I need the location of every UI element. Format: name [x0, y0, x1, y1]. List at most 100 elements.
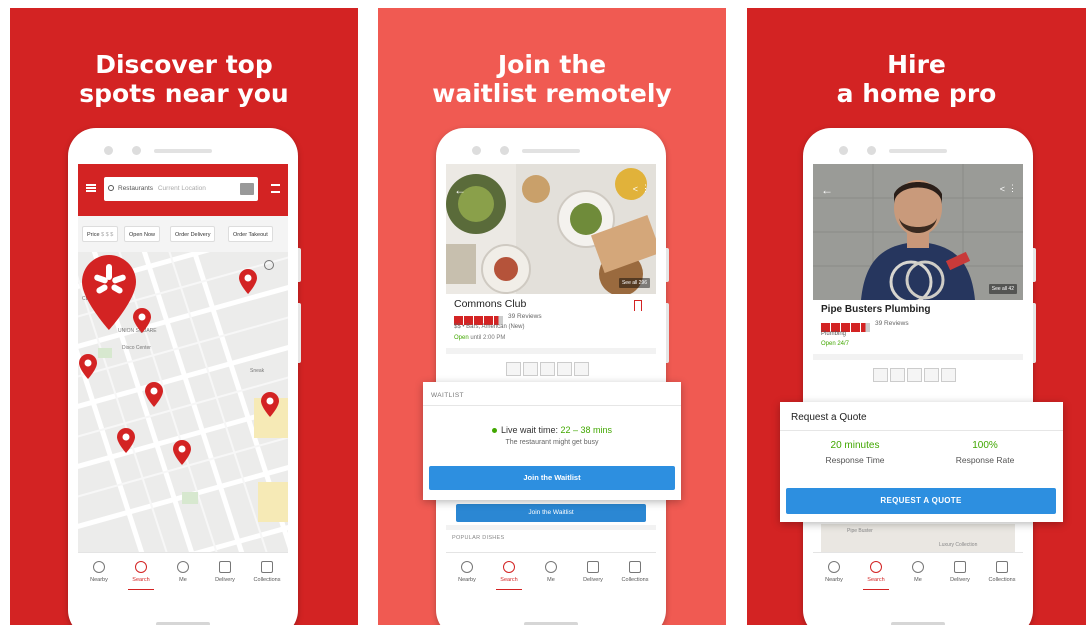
- search-term: Restaurants: [118, 185, 154, 192]
- panel-headline: Discover top spots near you: [79, 50, 289, 108]
- nav-me[interactable]: Me: [162, 561, 204, 583]
- business-pin-icon[interactable]: [116, 428, 136, 454]
- phone-frame: Restaurants Current Location Price $ $ $…: [68, 128, 301, 625]
- review-count: 39 Reviews: [875, 320, 909, 327]
- app-screen: Restaurants Current Location Price $ $ $…: [78, 164, 288, 604]
- business-pin-icon[interactable]: [172, 440, 192, 466]
- panel-headline: Join the waitlist remotely: [432, 50, 672, 108]
- nav-delivery[interactable]: Delivery: [572, 561, 614, 583]
- sensor-icon: [867, 146, 876, 155]
- compass-icon: [828, 561, 840, 573]
- nav-collections[interactable]: Collections: [246, 561, 288, 583]
- section-divider: [813, 354, 1023, 360]
- share-icon[interactable]: <: [1000, 184, 1005, 194]
- profile-icon: [545, 561, 557, 573]
- share-icon[interactable]: <: [633, 184, 638, 194]
- business-pin-icon[interactable]: [78, 354, 98, 380]
- nav-collections[interactable]: Collections: [981, 561, 1023, 583]
- power-button: [298, 303, 301, 363]
- join-waitlist-button-behind[interactable]: Join the Waitlist: [456, 504, 646, 522]
- food-photo[interactable]: ← < ⋮ See all 296: [446, 164, 656, 294]
- volume-button: [666, 248, 669, 282]
- search-icon: [108, 185, 114, 191]
- filter-chip-order-delivery[interactable]: Order Delivery: [170, 226, 216, 242]
- camera-icon: [104, 146, 113, 155]
- sensor-icon: [132, 146, 141, 155]
- see-all-photos[interactable]: See all 42: [988, 284, 1017, 294]
- request-quote-card: Request a Quote 20 minutes Response Time…: [780, 402, 1063, 522]
- nav-delivery[interactable]: Delivery: [939, 561, 981, 583]
- bottom-nav: Nearby Search Me Delivery Collections: [78, 552, 288, 604]
- business-pin-icon[interactable]: [132, 308, 152, 334]
- camera-icon: [472, 146, 481, 155]
- bookmark-icon: [261, 561, 273, 573]
- profile-icon: [177, 561, 189, 573]
- nav-me[interactable]: Me: [897, 561, 939, 583]
- nav-nearby[interactable]: Nearby: [446, 561, 488, 583]
- filter-chip-price[interactable]: Price $ $ $: [82, 226, 119, 242]
- nav-me[interactable]: Me: [530, 561, 572, 583]
- speaker-grille: [889, 149, 947, 153]
- waitlist-label: WAITLIST: [431, 392, 464, 399]
- nav-delivery[interactable]: Delivery: [204, 561, 246, 583]
- rate-stars[interactable]: [506, 362, 591, 376]
- star-rating: [821, 319, 871, 332]
- speaker-grille: [154, 149, 212, 153]
- more-options-icon[interactable]: ⋮: [1008, 183, 1017, 194]
- review-count: 39 Reviews: [508, 313, 542, 320]
- nav-search[interactable]: Search: [120, 561, 162, 590]
- star-rating: [454, 312, 504, 325]
- delivery-bag-icon: [587, 561, 599, 573]
- nav-collections[interactable]: Collections: [614, 561, 656, 583]
- open-status: Open 24/7: [821, 341, 850, 347]
- map-label: Sneak: [250, 368, 265, 374]
- list-view-icon[interactable]: [240, 183, 254, 195]
- filter-chip-open-now[interactable]: Open Now: [124, 226, 160, 242]
- rate-stars[interactable]: [873, 368, 958, 382]
- filter-chip-order-takeout[interactable]: Order Takeout: [228, 226, 273, 242]
- locate-me-icon[interactable]: [264, 260, 274, 270]
- location-map-strip[interactable]: Pipe Buster Luxury Collection: [821, 524, 1015, 552]
- selected-business-pin-icon[interactable]: [78, 252, 140, 332]
- search-icon: [870, 561, 882, 573]
- business-photo[interactable]: ← < ⋮ See all 42: [813, 164, 1023, 300]
- camera-icon: [839, 146, 848, 155]
- volume-button: [298, 248, 301, 282]
- sensor-icon: [500, 146, 509, 155]
- nav-nearby[interactable]: Nearby: [78, 561, 120, 583]
- business-pin-icon[interactable]: [238, 269, 258, 295]
- nav-search[interactable]: Search: [488, 561, 530, 590]
- search-input[interactable]: Restaurants Current Location: [104, 177, 258, 201]
- quote-card-title: Request a Quote: [791, 412, 867, 423]
- back-arrow-icon[interactable]: ←: [821, 184, 833, 196]
- bottom-nav: Nearby Search Me Delivery Collections: [813, 552, 1023, 604]
- business-category: Plumbing: [821, 331, 847, 337]
- search-icon: [135, 561, 147, 573]
- response-rate-stat: 100% Response Rate: [955, 440, 1015, 465]
- panel-headline: Hire a home pro: [836, 50, 997, 108]
- food-photo-art: [446, 164, 656, 294]
- divider: [780, 430, 1063, 431]
- open-status: Open until 2:00 PM: [454, 335, 506, 341]
- nav-search[interactable]: Search: [855, 561, 897, 590]
- more-options-icon[interactable]: ⋮: [641, 183, 650, 194]
- filter-bar: Price $ $ $ Open Now Order Delivery Orde…: [78, 216, 288, 252]
- business-pin-icon[interactable]: [144, 382, 164, 408]
- screenshot-panel-discover: Discover top spots near you Restaurants …: [10, 8, 358, 625]
- business-pin-icon[interactable]: [260, 392, 280, 418]
- profile-icon: [912, 561, 924, 573]
- bookmark-icon[interactable]: [634, 300, 642, 311]
- nav-nearby[interactable]: Nearby: [813, 561, 855, 583]
- map-view[interactable]: CENTER UNION SQUARE Disco Center Sneak: [78, 252, 288, 552]
- join-waitlist-button[interactable]: Join the Waitlist: [429, 466, 675, 490]
- business-meta: $$ • Bars, American (New): [454, 324, 525, 330]
- phone-frame: ← < ⋮ See all 42 Pipe Busters Plumbing 3…: [803, 128, 1036, 625]
- filter-icon[interactable]: [271, 184, 280, 193]
- see-all-photos[interactable]: See all 296: [618, 278, 650, 288]
- menu-icon[interactable]: [86, 184, 96, 192]
- back-arrow-icon[interactable]: ←: [454, 184, 466, 196]
- screenshot-panel-waitlist: Join the waitlist remotely ← < ⋮ See all…: [378, 8, 726, 625]
- waitlist-card: WAITLIST Live wait time: 22 – 38 mins Th…: [423, 382, 681, 500]
- volume-button: [1033, 248, 1036, 282]
- request-quote-button[interactable]: REQUEST A QUOTE: [786, 488, 1056, 514]
